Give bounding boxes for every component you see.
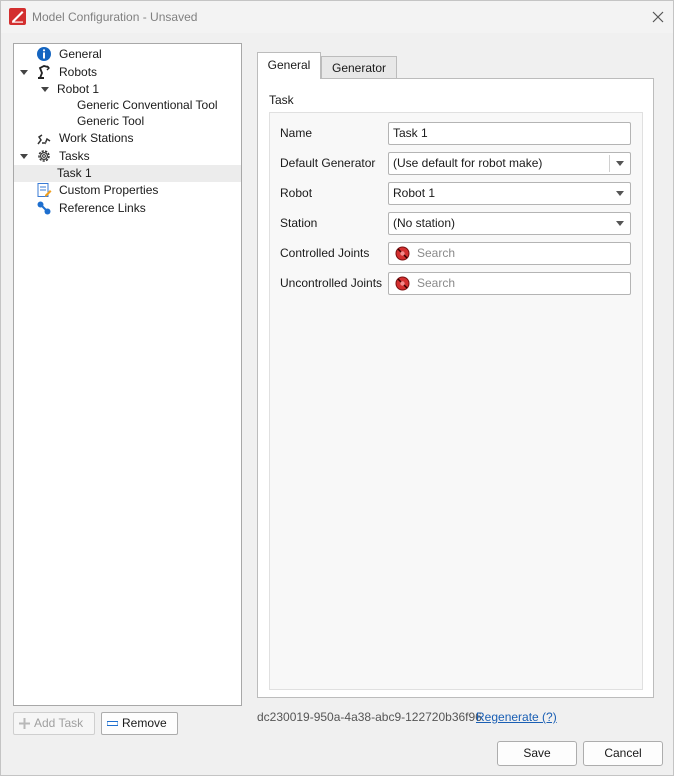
- name-label: Name: [280, 126, 313, 140]
- default-generator-label: Default Generator: [280, 156, 376, 170]
- tree-item-label: Task 1: [57, 166, 92, 180]
- joint-icon: [395, 246, 410, 261]
- tree-item-label: Tasks: [59, 149, 90, 163]
- app-logo-icon: [9, 8, 26, 25]
- station-value: (No station): [393, 216, 456, 230]
- uncontrolled-joints-placeholder: Search: [417, 276, 456, 290]
- tab-generator[interactable]: Generator: [321, 56, 397, 79]
- tree-item-generic-tool[interactable]: Generic Tool: [14, 113, 241, 130]
- robot-select[interactable]: Robot 1: [388, 182, 631, 205]
- chevron-down-icon[interactable]: [20, 70, 28, 75]
- uncontrolled-joints-search[interactable]: Search: [388, 272, 631, 295]
- uncontrolled-joints-label: Uncontrolled Joints: [280, 276, 383, 290]
- tree-item-label: Robots: [59, 65, 98, 79]
- tree-item-custom-properties[interactable]: Custom Properties: [14, 182, 241, 199]
- tree-item-robots[interactable]: Robots: [14, 64, 241, 81]
- info-icon: [37, 47, 51, 61]
- remove-label: Remove: [122, 716, 167, 730]
- robot-value: Robot 1: [393, 186, 436, 200]
- tree-item-label: Custom Properties: [59, 183, 159, 197]
- chevron-down-icon[interactable]: [20, 154, 28, 159]
- name-field[interactable]: Task 1: [388, 122, 631, 145]
- tree-item-label: Work Stations: [59, 131, 134, 145]
- chevron-down-icon[interactable]: [610, 153, 630, 174]
- default-generator-value: (Use default for robot make): [393, 156, 543, 170]
- plus-icon: [19, 718, 30, 729]
- tree-item-robot-1[interactable]: Robot 1: [14, 81, 241, 98]
- window-title: Model Configuration - Unsaved: [32, 10, 198, 24]
- tree-item-work-stations[interactable]: Work Stations: [14, 130, 241, 147]
- task-group: Name Task 1 Default Generator (Use defau…: [269, 112, 643, 690]
- robot-arm-icon: [38, 65, 50, 79]
- controlled-joints-label: Controlled Joints: [280, 246, 370, 260]
- default-generator-select[interactable]: (Use default for robot make): [388, 152, 631, 175]
- cancel-button[interactable]: Cancel: [583, 741, 663, 766]
- station-select[interactable]: (No station): [388, 212, 631, 235]
- task-guid: dc230019-950a-4a38-abc9-122720b36f96: [257, 710, 482, 724]
- title-bar: Model Configuration - Unsaved: [1, 1, 673, 33]
- joint-icon: [395, 276, 410, 291]
- work-station-icon: [37, 134, 51, 145]
- close-icon[interactable]: [647, 6, 669, 28]
- tree-item-label: General: [59, 47, 102, 61]
- link-icon: [37, 201, 51, 215]
- controlled-joints-placeholder: Search: [417, 246, 456, 260]
- save-button[interactable]: Save: [497, 741, 577, 766]
- tree-item-general[interactable]: General: [14, 46, 241, 63]
- model-tree: General Robots Robot 1 Generic Conventio…: [13, 43, 242, 706]
- task-group-label: Task: [269, 93, 294, 107]
- chevron-down-icon[interactable]: [41, 87, 49, 92]
- tree-item-label: Generic Conventional Tool: [77, 98, 218, 112]
- tree-item-task-1[interactable]: Task 1: [14, 165, 241, 182]
- tree-item-label: Generic Tool: [77, 114, 145, 128]
- tree-item-label: Reference Links: [59, 201, 146, 215]
- tree-item-label: Robot 1: [57, 82, 100, 96]
- custom-properties-icon: [37, 183, 52, 197]
- tab-panel-general: Task Name Task 1 Default Generator (Use …: [257, 78, 654, 698]
- gear-icon: [38, 150, 50, 162]
- tab-general[interactable]: General: [257, 52, 321, 79]
- minus-icon: [107, 721, 118, 726]
- robot-label: Robot: [280, 186, 313, 200]
- add-task-button[interactable]: Add Task: [13, 712, 95, 735]
- chevron-down-icon[interactable]: [610, 213, 630, 234]
- chevron-down-icon[interactable]: [610, 183, 630, 204]
- add-task-label: Add Task: [34, 716, 84, 730]
- dialog-window: Model Configuration - Unsaved General Ro…: [0, 0, 674, 776]
- remove-button[interactable]: Remove: [101, 712, 178, 735]
- controlled-joints-search[interactable]: Search: [388, 242, 631, 265]
- regenerate-link[interactable]: Regenerate (?): [476, 710, 557, 724]
- tree-item-tasks[interactable]: Tasks: [14, 148, 241, 165]
- name-value: Task 1: [393, 126, 428, 140]
- tree-item-generic-conventional-tool[interactable]: Generic Conventional Tool: [14, 97, 241, 114]
- tree-item-reference-links[interactable]: Reference Links: [14, 200, 241, 217]
- station-label: Station: [280, 216, 318, 230]
